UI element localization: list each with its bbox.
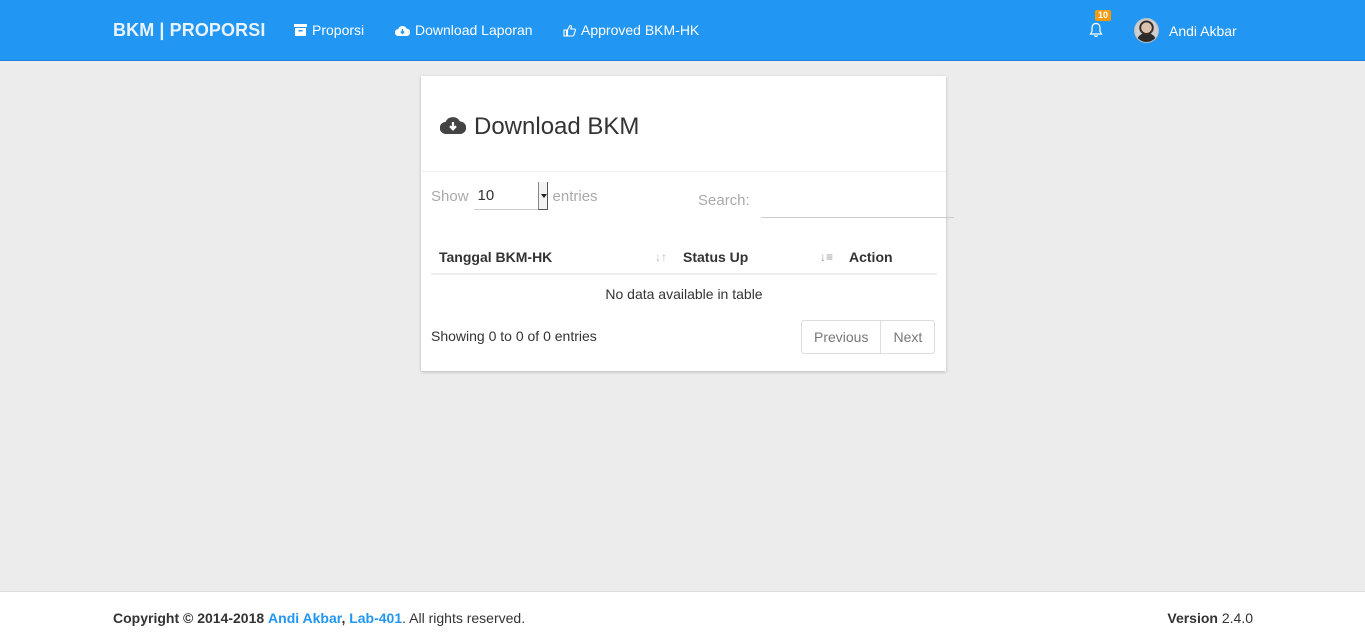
user-menu[interactable]: Andi Akbar [1134, 18, 1237, 43]
column-header-label: Action [849, 248, 893, 265]
show-label: Show [431, 187, 469, 205]
download-bkm-card: Download BKM Show 10 entries Search: Tan… [421, 76, 954, 371]
bell-icon[interactable] [1089, 22, 1105, 38]
nav-link-label: Download Laporan [415, 22, 533, 38]
copyright-separator: , [341, 610, 346, 626]
card-title-text: Download BKM [474, 113, 640, 140]
chevron-down-icon [537, 182, 548, 210]
previous-button[interactable]: Previous [801, 320, 882, 354]
user-name: Andi Akbar [1169, 22, 1237, 39]
search-label: Search: [698, 192, 750, 209]
version-label: Version [1167, 610, 1218, 626]
version-text: Version 2.4.0 [1167, 610, 1253, 626]
next-button[interactable]: Next [881, 320, 936, 354]
notification-count-badge: 10 [1095, 10, 1112, 21]
column-header-action: Action [841, 240, 937, 275]
copyright-prefix: Copyright © 2014-2018 [113, 610, 265, 626]
top-navbar: BKM | PROPORSI Proporsi Download Laporan… [0, 0, 1365, 61]
entries-select-value: 10 [477, 187, 495, 204]
cloud-download-icon [395, 25, 410, 36]
nav-link-approved-bkm-hk[interactable]: Approved BKM-HK [563, 22, 699, 38]
thumbs-up-icon [563, 24, 576, 37]
table-info: Showing 0 to 0 of 0 entries [431, 328, 597, 344]
sort-both-icon: ↓↑ [655, 250, 667, 264]
search-input[interactable] [761, 190, 954, 218]
footer: Copyright © 2014-2018 Andi Akbar, Lab-40… [0, 591, 1365, 643]
lab-link[interactable]: Lab-401 [349, 610, 402, 626]
table-row: No data available in table [431, 274, 937, 312]
entries-label: entries [552, 187, 598, 205]
nav-link-download-laporan[interactable]: Download Laporan [395, 22, 533, 38]
entries-select[interactable]: 10 [473, 182, 548, 210]
nav-link-label: Approved BKM-HK [581, 22, 700, 38]
column-header-label: Status Up [683, 248, 749, 265]
brand-title[interactable]: BKM | PROPORSI [113, 20, 265, 41]
sort-ascending-icon: ↓≡ [819, 250, 833, 264]
copyright-text: Copyright © 2014-2018 Andi Akbar, Lab-40… [113, 610, 525, 626]
empty-table-message: No data available in table [605, 285, 763, 302]
version-value: 2.4.0 [1221, 610, 1253, 626]
copyright-suffix: . All rights reserved. [402, 610, 526, 626]
column-header-status-up[interactable]: Status Up ↓≡ [675, 240, 841, 275]
page-title: Download BKM [439, 113, 640, 141]
pagination: Previous Next [801, 320, 936, 354]
archive-icon [294, 24, 307, 36]
column-header-label: Tanggal BKM-HK [439, 248, 553, 265]
entries-length-control: Show 10 entries [431, 182, 598, 210]
avatar [1134, 18, 1159, 43]
card-header: Download BKM [421, 76, 946, 172]
nav-link-label: Proporsi [312, 22, 365, 38]
data-table: Tanggal BKM-HK ↓↑ Status Up ↓≡ Action No… [431, 240, 937, 312]
column-header-tanggal[interactable]: Tanggal BKM-HK ↓↑ [431, 240, 675, 275]
nav-link-proporsi[interactable]: Proporsi [294, 22, 364, 38]
cloud-download-icon [439, 113, 467, 141]
author-link[interactable]: Andi Akbar [268, 610, 341, 626]
